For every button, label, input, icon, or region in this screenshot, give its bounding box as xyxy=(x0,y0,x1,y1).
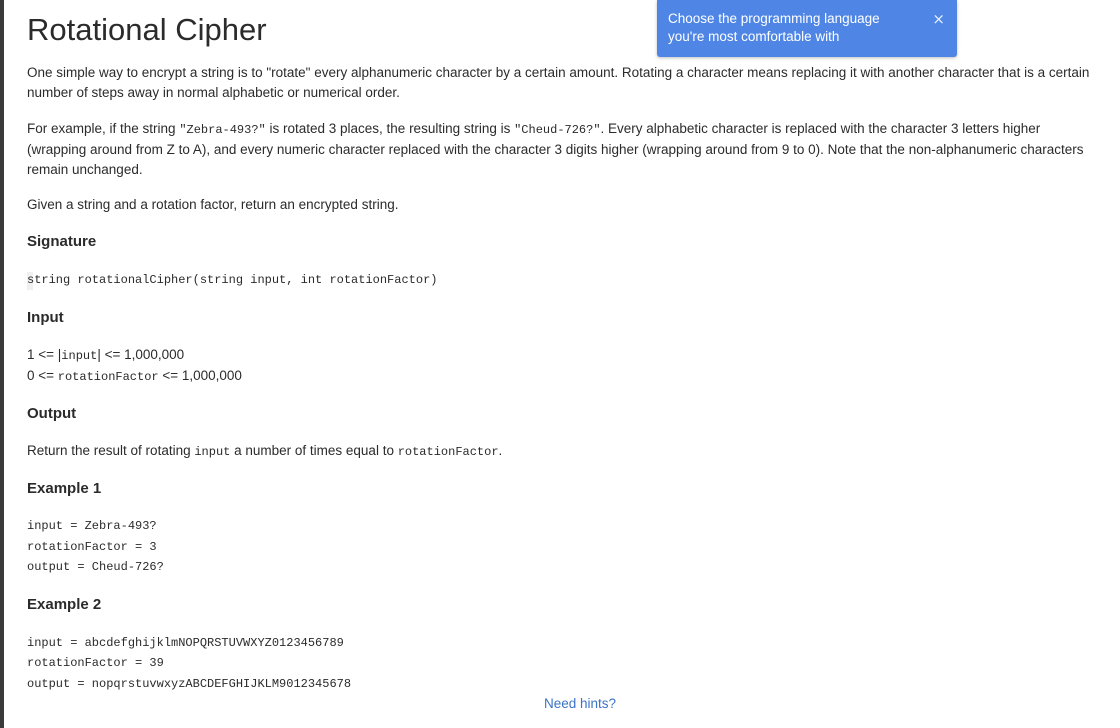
constraint-1-text-b: | <= 1,000,000 xyxy=(97,347,185,362)
example-text-b: is rotated 3 places, the resulting strin… xyxy=(265,121,515,136)
example-text-c: . Every alphabetic character is replaced… xyxy=(600,121,1041,136)
intro-paragraph: One simple way to encrypt a string is to… xyxy=(27,63,1089,103)
output-description: Return the result of rotating input a nu… xyxy=(27,443,502,459)
example-1-output: output = Cheud-726? xyxy=(27,560,164,574)
example-1-input: input = Zebra-493? xyxy=(27,519,157,533)
constraint-2-text-b: <= 1,000,000 xyxy=(158,368,242,383)
example-2-heading: Example 2 xyxy=(27,596,102,613)
output-text-c: . xyxy=(498,443,503,458)
constraint-1-text-a: 1 <= | xyxy=(27,347,62,362)
example-1-rotation: rotationFactor = 3 xyxy=(27,540,157,554)
intro-line-2: number of steps away in normal alphabeti… xyxy=(27,85,400,100)
example-input-code: "Zebra-493?" xyxy=(179,123,266,137)
signature-heading: Signature xyxy=(27,233,97,250)
signature-code: string rotationalCipher(string input, in… xyxy=(27,273,438,287)
example-text-a: For example, if the string xyxy=(27,121,180,136)
constraint-2-text-a: 0 <= xyxy=(27,368,58,383)
example-line-2: (wrapping around from Z to A), and every… xyxy=(27,142,1084,157)
constraint-2-code: rotationFactor xyxy=(57,370,159,384)
need-hints-link[interactable]: Need hints? xyxy=(544,696,616,711)
close-icon[interactable]: × xyxy=(932,10,945,28)
output-text-a: Return the result of rotating xyxy=(27,443,195,458)
example-line-3: remain unchanged. xyxy=(27,162,143,177)
input-constraint-1: 1 <= |input| <= 1,000,000 xyxy=(27,347,184,363)
output-code-input: input xyxy=(194,445,231,459)
left-panel-edge xyxy=(0,0,4,728)
toast-message: Choose the programming language you're m… xyxy=(668,11,880,44)
example-paragraph: For example, if the string "Zebra-493?" … xyxy=(27,119,1084,180)
example-2-input: input = abcdefghijklmNOPQRSTUVWXYZ012345… xyxy=(27,636,344,650)
output-text-b: a number of times equal to xyxy=(230,443,398,458)
task-statement: Given a string and a rotation factor, re… xyxy=(27,197,399,212)
page-title: Rotational Cipher xyxy=(27,12,267,47)
example-2-output: output = nopqrstuvwxyzABCDEFGHIJKLM90123… xyxy=(27,677,352,691)
input-constraint-2: 0 <= rotationFactor <= 1,000,000 xyxy=(27,368,242,384)
intro-line-1: One simple way to encrypt a string is to… xyxy=(27,65,1090,80)
constraint-1-code: input xyxy=(61,349,98,363)
example-output-code: "Cheud-726?" xyxy=(514,123,601,137)
output-heading: Output xyxy=(27,405,77,422)
input-heading: Input xyxy=(27,309,64,326)
language-toast: Choose the programming language you're m… xyxy=(657,0,957,57)
example-2-rotation: rotationFactor = 39 xyxy=(27,656,164,670)
output-code-rotation: rotationFactor xyxy=(397,445,499,459)
example-1-heading: Example 1 xyxy=(27,480,102,497)
